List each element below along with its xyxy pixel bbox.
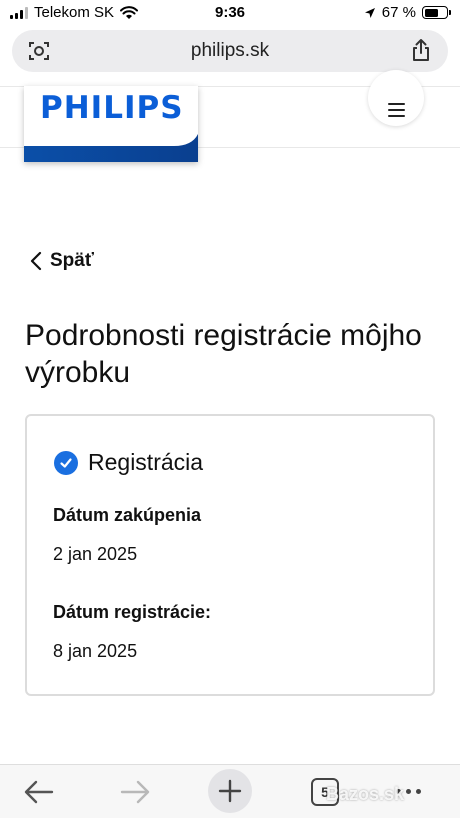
page-settings-icon[interactable] [28, 40, 50, 62]
check-circle-icon [54, 450, 78, 475]
bazos-watermark: Bazos.sk [326, 784, 405, 804]
chevron-left-icon [30, 251, 42, 271]
address-bar[interactable]: philips.sk [12, 30, 448, 72]
url-text[interactable]: philips.sk [191, 40, 269, 62]
back-arrow-icon[interactable] [24, 779, 54, 805]
new-tab-button[interactable] [208, 769, 252, 813]
registration-date-value: 8 jan 2025 [53, 641, 138, 661]
page-title: Podrobnosti registrácie môjho výrobku [25, 319, 422, 389]
card-header: Registrácia [54, 449, 203, 476]
purchase-date-value: 2 jan 2025 [53, 544, 138, 564]
battery-icon [422, 6, 451, 19]
forward-arrow-icon[interactable] [120, 779, 150, 805]
purchase-date-label: Dátum zakúpenia [53, 505, 202, 525]
battery-percent: 67 % [381, 4, 416, 21]
status-right: 67 % [364, 4, 451, 21]
philips-logo[interactable]: PHILIPS [24, 86, 198, 162]
location-arrow-icon [364, 7, 375, 18]
status-bar: Telekom SK 9:36 67 % [0, 0, 460, 26]
plus-icon [218, 779, 242, 803]
logo-shield-band [24, 134, 198, 162]
card-title: Registrácia [88, 449, 204, 475]
registration-date-label: Dátum registrácie: [53, 602, 212, 622]
back-link[interactable]: Späť [30, 250, 94, 272]
menu-button[interactable] [368, 70, 424, 126]
hamburger-icon [387, 103, 405, 105]
registration-card: Registrácia Dátum zakúpenia 2 jan 2025 D… [25, 414, 435, 696]
back-label: Späť [50, 250, 94, 271]
share-icon[interactable] [410, 38, 432, 62]
